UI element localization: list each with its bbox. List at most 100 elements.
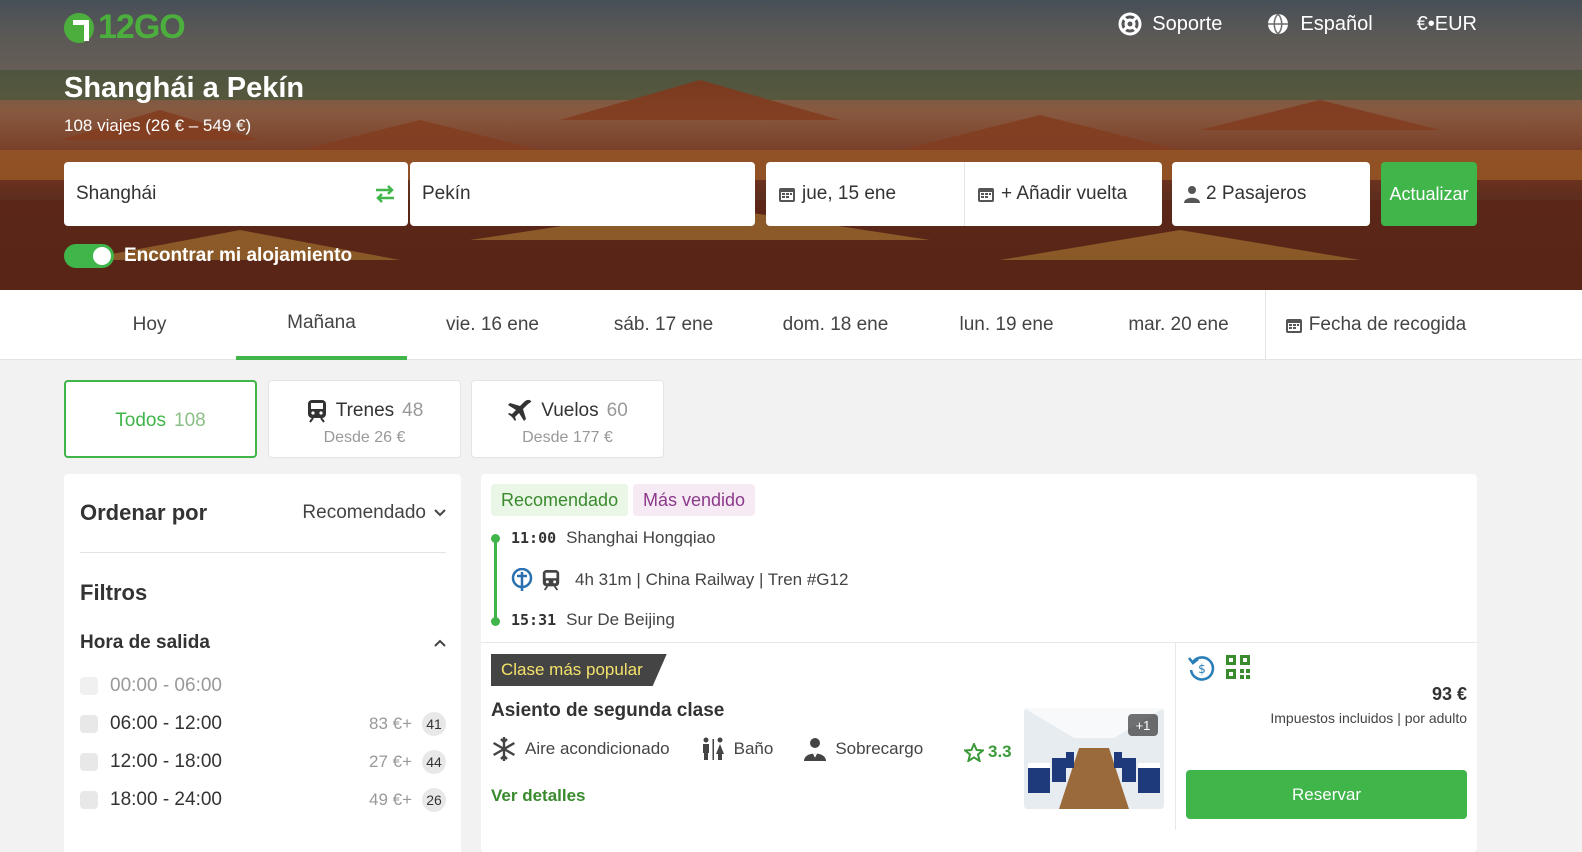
currency-label: €•EUR	[1416, 12, 1477, 35]
date-picker-label: Fecha de recogida	[1308, 314, 1467, 335]
mode-tab-trains[interactable]: Trenes 48 Desde 26 €	[268, 380, 461, 458]
mode-flights-from: Desde 177 €	[522, 429, 613, 446]
update-button[interactable]: Actualizar	[1381, 162, 1477, 226]
date-tab-jan20[interactable]: mar. 20 ene	[1093, 290, 1264, 360]
route-line	[494, 537, 497, 622]
amenities: Aire acondicionado Baño Sobrecargo	[491, 736, 923, 762]
amenity-ac: Aire acondicionado	[525, 739, 670, 758]
destination-value: Pekín	[422, 183, 471, 204]
time-filter-checkbox[interactable]	[80, 753, 98, 771]
time-filter-label: 18:00 - 24:00	[110, 789, 222, 810]
language-selector[interactable]: Español	[1266, 12, 1373, 36]
time-filter-row[interactable]: 18:00 - 24:00 49 €+ 26	[80, 785, 446, 815]
amenity-attendant: Sobrecargo	[835, 739, 924, 758]
origin-value: Shanghái	[76, 183, 157, 204]
recommended-tag: Recomendado	[491, 484, 629, 516]
card-divider	[481, 642, 1477, 643]
price-note: Impuestos incluidos | por adulto	[1270, 710, 1467, 726]
time-filter-label: 06:00 - 12:00	[110, 713, 222, 734]
sort-dropdown[interactable]: Recomendado	[302, 502, 446, 524]
accommodation-label: Encontrar mi alojamiento	[124, 245, 353, 266]
amenity-restroom: Baño	[733, 739, 774, 758]
refund-icon: $	[1187, 656, 1215, 681]
passengers-value: 2 Pasajeros	[1206, 183, 1307, 204]
support-label: Soporte	[1152, 12, 1223, 35]
departure-time-header[interactable]: Hora de salida	[80, 632, 446, 654]
mode-flights-label: Vuelos	[541, 400, 599, 421]
chevron-up-icon	[434, 639, 446, 647]
more-photos-badge: +1	[1128, 714, 1158, 736]
sort-row: Ordenar por Recomendado	[80, 500, 446, 553]
time-filter-checkbox[interactable]	[80, 715, 98, 733]
date-tab-jan17[interactable]: sáb. 17 ene	[578, 290, 749, 360]
arrival-stop: 15:31 Sur De Beijing	[511, 610, 675, 630]
lifebuoy-icon	[1118, 12, 1142, 36]
details-link[interactable]: Ver detalles	[491, 786, 586, 806]
trip-summary: 108 viajes (26 € – 549 €)	[64, 116, 252, 135]
time-filter-row[interactable]: 12:00 - 18:00 27 €+ 44	[80, 747, 446, 777]
departure-date-field[interactable]: jue, 15 ene	[766, 162, 964, 226]
accommodation-toggle-row: Encontrar mi alojamiento	[64, 244, 352, 268]
train-icon	[542, 570, 560, 591]
language-label: Español	[1300, 12, 1373, 35]
arrival-dot	[491, 617, 500, 626]
date-tab-jan19[interactable]: lun. 19 ene	[921, 290, 1092, 360]
qr-code-icon	[1226, 655, 1250, 679]
seat-class-name: Asiento de segunda clase	[491, 700, 725, 721]
rating-value: 3.3	[988, 742, 1012, 761]
mode-trains-from: Desde 26 €	[323, 429, 406, 446]
logo[interactable]: 12GO	[64, 8, 186, 47]
page-title: Shanghái a Pekín	[64, 72, 305, 104]
result-card: Recomendado Más vendido 11:00 Shanghai H…	[481, 474, 1477, 852]
time-filter-price: 83 €+	[368, 714, 412, 733]
mode-tab-flights[interactable]: Vuelos 60 Desde 177 €	[471, 380, 664, 458]
time-filter-checkbox[interactable]	[80, 791, 98, 809]
star-icon	[964, 742, 984, 762]
return-date-value: + Añadir vuelta	[1001, 183, 1128, 204]
time-filter-checkbox[interactable]	[80, 677, 98, 695]
card-divider-vertical	[1175, 642, 1176, 830]
popular-class-ribbon: Clase más popular	[491, 654, 667, 686]
bestseller-tag: Más vendido	[633, 484, 756, 516]
time-filter-row[interactable]: 00:00 - 06:00	[80, 671, 446, 701]
date-tab-tomorrow[interactable]: Mañana	[236, 290, 407, 360]
seat-photo[interactable]: +1	[1024, 708, 1164, 809]
swap-icon[interactable]	[374, 184, 396, 204]
journey-text: 4h 31m | China Railway | Tren #G12	[575, 570, 849, 589]
origin-field[interactable]: Shanghái	[64, 162, 408, 226]
mode-all-label: Todos	[115, 410, 166, 431]
departure-dot	[491, 534, 500, 543]
accommodation-toggle[interactable]	[64, 244, 114, 268]
mode-tab-all[interactable]: Todos 108	[64, 380, 257, 458]
price: 93 €	[1431, 684, 1467, 704]
departure-station: Shanghai Hongqiao	[566, 528, 716, 547]
date-tab-today[interactable]: Hoy	[64, 290, 235, 360]
globe-icon	[1268, 13, 1289, 35]
destination-field[interactable]: Pekín	[410, 162, 755, 226]
arrival-station: Sur De Beijing	[566, 610, 675, 629]
calendar-icon	[978, 188, 994, 202]
filters-title: Filtros	[80, 580, 148, 605]
journey-info: 4h 31m | China Railway | Tren #G12	[511, 568, 848, 592]
time-filter-count: 26	[422, 788, 446, 812]
ticket-features: $	[1187, 654, 1251, 682]
chevron-down-icon	[434, 509, 446, 517]
time-filter-row[interactable]: 06:00 - 12:00 83 €+ 41	[80, 709, 446, 739]
return-date-field[interactable]: + Añadir vuelta	[964, 162, 1162, 226]
time-filter-label: 12:00 - 18:00	[110, 751, 222, 772]
passengers-field[interactable]: 2 Pasajeros	[1172, 162, 1370, 226]
currency-selector[interactable]: €•EUR	[1417, 13, 1477, 36]
support-link[interactable]: Soporte	[1118, 12, 1222, 36]
date-tab-jan18[interactable]: dom. 18 ene	[750, 290, 921, 360]
departure-time: 11:00	[511, 529, 557, 547]
mode-all-count: 108	[174, 410, 206, 431]
date-tab-jan16[interactable]: vie. 16 ene	[407, 290, 578, 360]
book-button[interactable]: Reservar	[1186, 770, 1467, 819]
sort-value: Recomendado	[302, 502, 426, 523]
logo-text: 12GO	[98, 8, 186, 46]
departure-stop: 11:00 Shanghai Hongqiao	[511, 528, 716, 548]
arrival-time: 15:31	[511, 611, 557, 629]
time-filter-label: 00:00 - 06:00	[110, 675, 222, 696]
date-picker-button[interactable]: Fecha de recogida	[1265, 290, 1485, 360]
departure-time-title: Hora de salida	[80, 632, 210, 653]
